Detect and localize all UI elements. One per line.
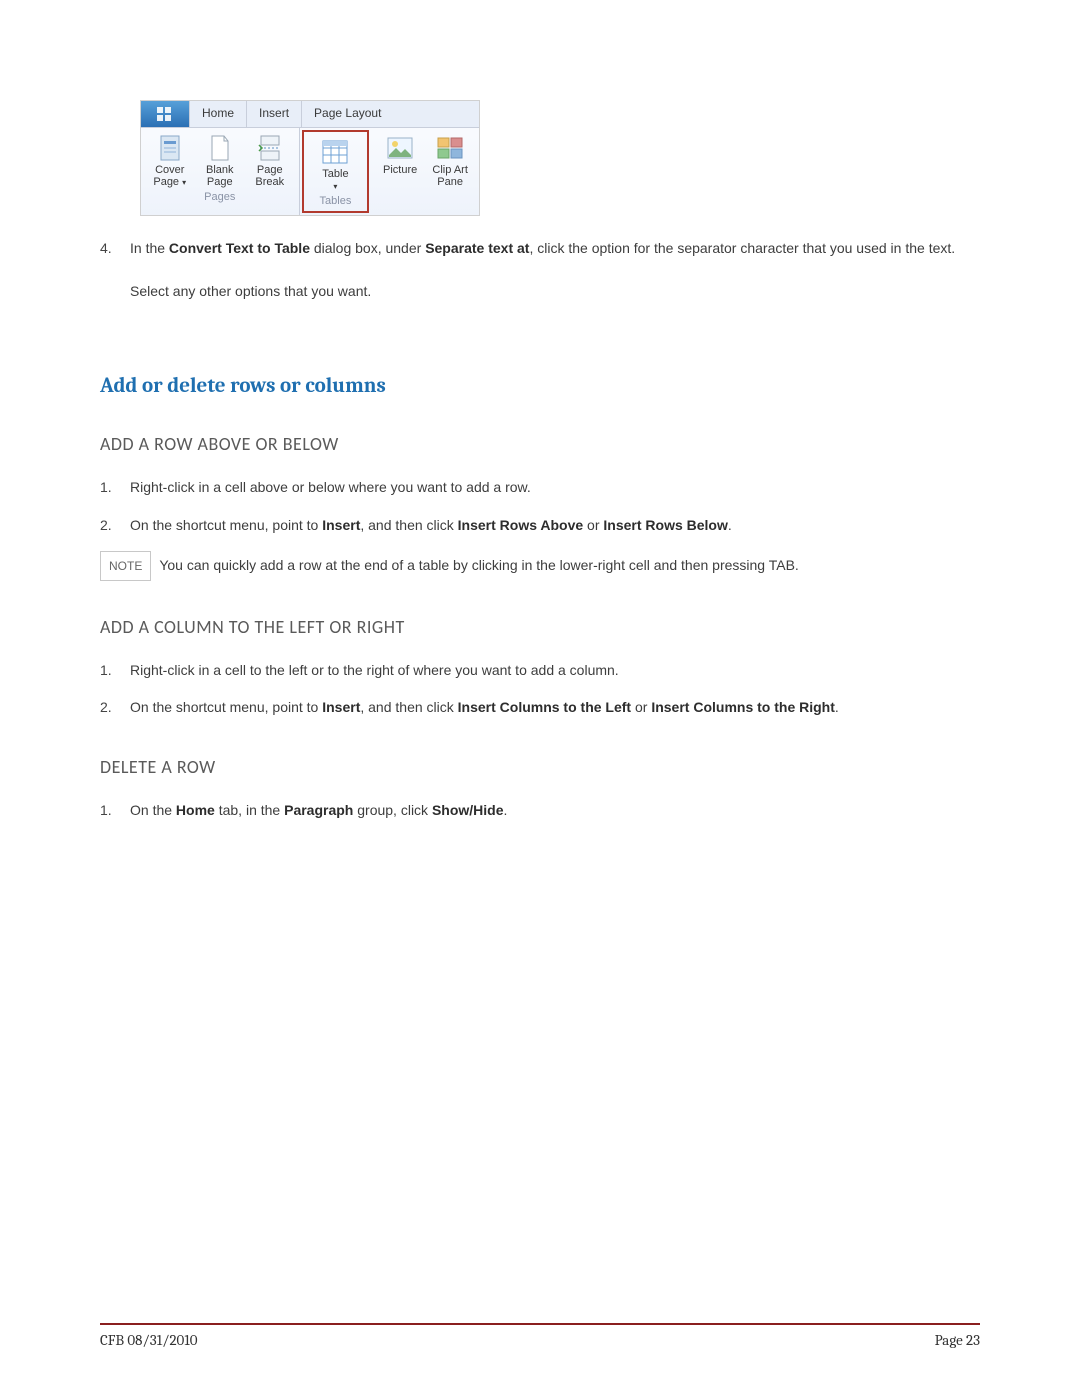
- sectionA-step2: 2. On the shortcut menu, point to Insert…: [100, 513, 980, 538]
- sectionB-step2: 2. On the shortcut menu, point to Insert…: [100, 695, 980, 720]
- subheading-add-row: ADD A ROW ABOVE OR BELOW: [100, 433, 980, 455]
- sectionC-step1: 1. On the Home tab, in the Paragraph gro…: [100, 798, 980, 823]
- sectionB-step1: 1. Right-click in a cell to the left or …: [100, 658, 980, 683]
- table-label: Table▾: [322, 168, 348, 193]
- step-4: 4. In the Convert Text to Table dialog b…: [100, 236, 980, 261]
- step-4-followup: Select any other options that you want.: [130, 279, 980, 304]
- sectionA-note: NOTEYou can quickly add a row at the end…: [100, 550, 980, 581]
- blank-page-label: Blank Page: [198, 164, 242, 188]
- office-button-icon: [141, 101, 190, 127]
- step-4-number: 4.: [100, 236, 130, 261]
- subheading-delete-row: DELETE A ROW: [100, 756, 980, 778]
- blank-page-icon: [205, 134, 235, 162]
- clipart-icon: [435, 134, 465, 162]
- tab-home: Home: [190, 101, 247, 127]
- heading-add-delete: Add or delete rows or columns: [100, 374, 980, 398]
- picture-icon: [385, 134, 415, 162]
- clipart-label: Clip Art Pane: [428, 164, 472, 188]
- note-badge: NOTE: [100, 551, 151, 581]
- cover-page-label: Cover Page ▾: [148, 164, 192, 189]
- picture-label: Picture: [383, 164, 417, 176]
- page-break-icon: [255, 134, 285, 162]
- ribbon-figure: Home Insert Page Layout Cover Page ▾: [140, 100, 480, 216]
- tables-group-label: Tables: [308, 195, 364, 207]
- cover-page-icon: [155, 134, 185, 162]
- footer-right: Page 23: [935, 1331, 980, 1349]
- table-icon: [320, 138, 350, 166]
- tab-page-layout: Page Layout: [302, 101, 393, 127]
- pages-group-label: Pages: [145, 191, 295, 203]
- tab-insert: Insert: [247, 101, 302, 127]
- page-break-label: Page Break: [248, 164, 292, 188]
- page-footer: CFB 08/31/2010 Page 23: [100, 1323, 980, 1349]
- footer-left: CFB 08/31/2010: [100, 1331, 198, 1349]
- sectionA-step1: 1. Right-click in a cell above or below …: [100, 475, 980, 500]
- subheading-add-column: ADD A COLUMN TO THE LEFT OR RIGHT: [100, 616, 980, 638]
